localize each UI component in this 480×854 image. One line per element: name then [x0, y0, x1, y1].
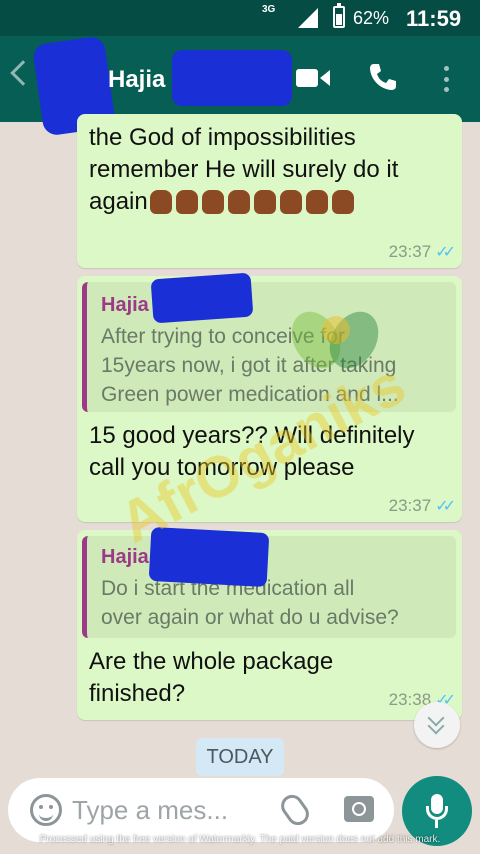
signal-icon — [298, 8, 318, 28]
message-line: 15 good years?? Will definitely — [89, 422, 415, 449]
message-composer — [8, 778, 394, 842]
quoted-message[interactable]: Hajia After trying to conceive for 15yea… — [82, 282, 456, 412]
quote-text: After trying to conceive for 15years now… — [101, 322, 448, 409]
video-call-icon[interactable] — [296, 66, 330, 90]
scroll-to-bottom-button[interactable] — [414, 702, 460, 748]
camera-icon[interactable] — [344, 796, 374, 822]
message-bubble[interactable]: the God of impossibilities remember He w… — [77, 114, 462, 268]
message-text: Are the whole package finished? — [89, 646, 333, 710]
attach-icon[interactable] — [276, 790, 314, 830]
watermark-footer-note: Processed using the free version of Wate… — [39, 834, 441, 845]
message-line: finished? — [89, 680, 186, 707]
date-divider: TODAY — [196, 738, 284, 776]
praying-hands-emoji-row — [149, 186, 358, 219]
chat-header: Hajia — [0, 35, 480, 137]
quote-author: Hajia — [101, 294, 149, 316]
message-line: again — [89, 188, 148, 215]
network-type: 3G — [262, 4, 276, 15]
message-time: 23:37 — [388, 496, 432, 515]
quote-author: Hajia — [101, 546, 149, 568]
clock: 11:59 — [406, 6, 462, 31]
quote-line: Green power medication and l... — [101, 383, 399, 406]
message-line: the God of impossibilities — [89, 124, 356, 151]
message-line: remember He will surely do it — [89, 156, 399, 183]
message-line: call you tomorrow please — [89, 454, 355, 481]
redaction-mark — [150, 272, 254, 324]
message-text: the God of impossibilities remember He w… — [89, 122, 398, 219]
quote-text: Do i start the medication all over again… — [101, 574, 448, 632]
voice-call-icon[interactable] — [368, 62, 398, 92]
message-time: 23:37 — [388, 242, 432, 261]
emoji-icon[interactable] — [30, 794, 62, 826]
contact-name[interactable]: Hajia — [108, 66, 165, 94]
redaction-mark — [172, 50, 292, 106]
quote-line: After trying to conceive for — [101, 325, 345, 348]
message-text: 15 good years?? Will definitely call you… — [89, 420, 415, 484]
status-bar: 3G 62% 11:59 — [0, 0, 480, 36]
battery-icon — [333, 3, 345, 28]
more-options-icon[interactable] — [444, 66, 450, 92]
message-meta: 23:37 ✓✓ — [388, 496, 456, 516]
back-arrow-icon[interactable] — [10, 60, 36, 86]
message-input[interactable] — [72, 788, 272, 832]
redaction-mark — [148, 526, 270, 588]
quote-line: over again or what do u advise? — [101, 606, 399, 629]
quote-line: 15years now, i got it after taking — [101, 354, 397, 377]
message-meta: 23:37 ✓✓ — [388, 242, 456, 262]
battery-percent: 62% — [353, 8, 390, 28]
read-ticks-icon: ✓✓ — [435, 498, 456, 515]
battery-level — [336, 13, 342, 25]
message-line: Are the whole package — [89, 648, 334, 675]
quoted-message[interactable]: Hajia Do i start the medication all over… — [82, 536, 456, 638]
read-ticks-icon: ✓✓ — [435, 244, 456, 261]
